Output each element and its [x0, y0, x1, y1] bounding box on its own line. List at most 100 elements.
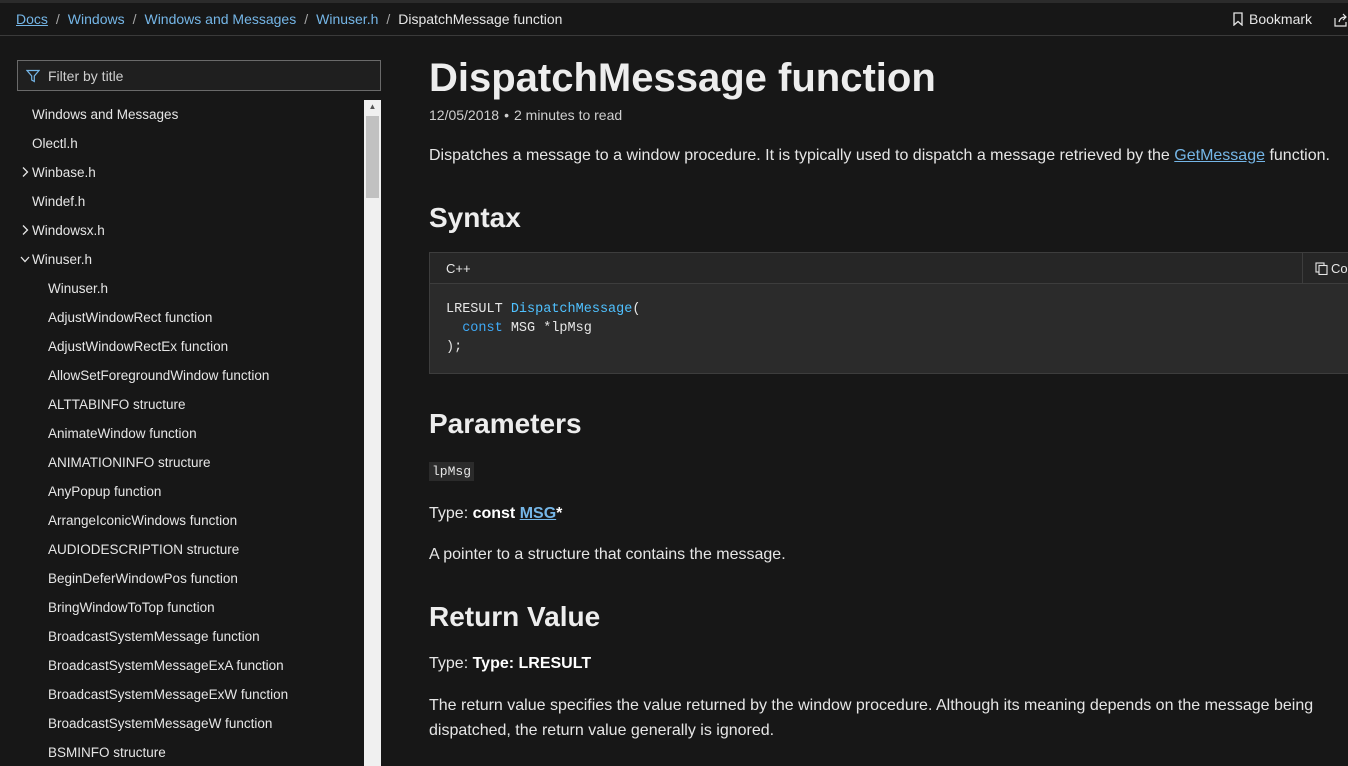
breadcrumb-separator: /: [55, 11, 60, 27]
scroll-up-arrow-icon[interactable]: ▲: [364, 100, 381, 114]
toc-item-label: BringWindowToTop function: [48, 600, 215, 615]
toc-item-label: Windef.h: [32, 194, 86, 209]
parameters-heading: Parameters: [429, 408, 582, 439]
return-value-heading: Return Value: [429, 601, 601, 632]
toc-item[interactable]: ANIMATIONINFO structure: [48, 448, 211, 477]
toc-item[interactable]: ALTTABINFO structure: [48, 390, 186, 419]
return-type-value: Type: LRESULT: [472, 655, 592, 672]
toc-item[interactable]: Windows and Messages: [32, 100, 178, 129]
toc-item[interactable]: AllowSetForegroundWindow function: [48, 361, 269, 390]
toc-item-label: BroadcastSystemMessageExW function: [48, 687, 289, 702]
breadcrumb-windows[interactable]: Windows: [68, 11, 125, 27]
param-type-label: Type:: [429, 505, 473, 522]
toc-item[interactable]: AdjustWindowRectEx function: [48, 332, 228, 361]
syntax-heading: Syntax: [429, 202, 521, 233]
toc-item-label: AdjustWindowRectEx function: [48, 339, 229, 354]
bookmark-label: Bookmark: [1249, 11, 1313, 27]
toc-scrollbar[interactable]: ▲: [364, 100, 381, 766]
toc-item-label: ALTTABINFO structure: [48, 397, 186, 412]
toc-item-label: Winuser.h: [32, 252, 93, 267]
toc-list: Windows and Messages Olectl.h Winbase.h Win…: [0, 100, 364, 766]
return-type: Type: Type: LRESULT: [429, 655, 591, 673]
copy-button[interactable]: Copy: [1302, 253, 1348, 284]
page-title: DispatchMessage function: [429, 56, 936, 100]
toc-item[interactable]: BringWindowToTop function: [48, 593, 215, 622]
toc-item-label: Winbase.h: [32, 165, 96, 180]
filter-icon: [26, 69, 40, 83]
breadcrumb-windows-and-messages[interactable]: Windows and Messages: [144, 11, 296, 27]
read-time: 2 minutes to read: [513, 107, 623, 123]
toc-item[interactable]: BroadcastSystemMessageExW function: [48, 680, 288, 709]
meta-separator: •: [504, 107, 509, 123]
copy-icon: [1315, 262, 1328, 275]
toc-item[interactable]: Windef.h: [32, 187, 85, 216]
param-type: Type: const MSG*: [429, 505, 562, 523]
share-icon[interactable]: [1334, 13, 1348, 27]
toc-item[interactable]: Winuser.h: [48, 274, 108, 303]
toc-item-label: BroadcastSystemMessageW function: [48, 716, 273, 731]
summary-after: function.: [1265, 147, 1330, 164]
return-description: The return value specifies the value ret…: [429, 697, 1314, 739]
param-name: lpMsg: [429, 462, 475, 481]
filter-box[interactable]: [17, 60, 381, 91]
code-open-paren: (: [632, 302, 641, 317]
toc-item[interactable]: AdjustWindowRect function: [48, 303, 212, 332]
breadcrumb-winuser-h[interactable]: Winuser.h: [316, 11, 378, 27]
toc-item[interactable]: BroadcastSystemMessageExA function: [48, 651, 284, 680]
toc-item[interactable]: BSMINFO structure: [48, 738, 166, 766]
code-body: LRESULT DispatchMessage( const MSG *lpMs…: [430, 284, 1348, 373]
toc-item[interactable]: AnyPopup function: [48, 477, 161, 506]
toc-item-label: Windowsx.h: [32, 223, 105, 238]
param-description: A pointer to a structure that contains t…: [429, 546, 786, 563]
toc-item-label: BroadcastSystemMessage function: [48, 629, 260, 644]
code-close: );: [446, 340, 463, 355]
breadcrumb-separator: /: [386, 11, 391, 27]
code-return-type: LRESULT: [446, 302, 503, 317]
toc-item[interactable]: Winuser.h: [32, 245, 92, 274]
breadcrumb-current: DispatchMessage function: [398, 11, 563, 27]
toc-item-label: AnyPopup function: [48, 484, 162, 499]
toc-item[interactable]: AUDIODESCRIPTION structure: [48, 535, 239, 564]
summary-text: Dispatches a message to a window procedu…: [429, 147, 1330, 165]
toc-item[interactable]: Olectl.h: [32, 129, 78, 158]
return-type-label: Type:: [429, 655, 473, 672]
bookmark-icon: [1233, 12, 1243, 26]
code-block: C++ Copy LRESULT DispatchMessage( const …: [429, 252, 1348, 374]
main-content: DispatchMessage function 12/05/2018 • 2 mi…: [429, 36, 1348, 766]
toc-item-label: AdjustWindowRect function: [48, 310, 213, 325]
summary-before: Dispatches a message to a window procedu…: [429, 147, 1175, 164]
toc-item[interactable]: ArrangeIconicWindows function: [48, 506, 237, 535]
code-keyword-const: const: [462, 321, 503, 336]
chevron-right-icon[interactable]: [20, 166, 30, 178]
breadcrumb-separator: /: [304, 11, 309, 27]
toc-item[interactable]: BroadcastSystemMessageW function: [48, 709, 272, 738]
scroll-thumb[interactable]: [366, 116, 379, 198]
bookmark-button[interactable]: Bookmark: [1233, 11, 1312, 27]
toc-item[interactable]: BroadcastSystemMessage function: [48, 622, 260, 651]
param-type-const: const: [472, 505, 520, 522]
toc-item[interactable]: Windowsx.h: [32, 216, 105, 245]
getmessage-link[interactable]: GetMessage: [1174, 147, 1265, 164]
sidebar: Windows and Messages Olectl.h Winbase.h Win…: [0, 36, 384, 766]
toc-item[interactable]: BeginDeferWindowPos function: [48, 564, 238, 593]
toc-item-label: AUDIODESCRIPTION structure: [48, 542, 240, 557]
toc-item-label: BeginDeferWindowPos function: [48, 571, 238, 586]
toc-item-label: Winuser.h: [48, 281, 109, 296]
toc-item-label: Olectl.h: [32, 136, 78, 151]
toc-item[interactable]: AnimateWindow function: [48, 419, 197, 448]
toc-item-label: AnimateWindow function: [48, 426, 197, 441]
toc-item-label: BSMINFO structure: [48, 745, 166, 760]
toc-item[interactable]: Winbase.h: [32, 158, 96, 187]
code-header: C++ Copy: [430, 253, 1348, 284]
toc-item-label: Windows and Messages: [32, 107, 179, 122]
breadcrumb-docs[interactable]: Docs: [16, 11, 48, 27]
toc-item-label: AllowSetForegroundWindow function: [48, 368, 270, 383]
filter-input[interactable]: [48, 67, 348, 84]
code-function-name: DispatchMessage: [510, 302, 633, 317]
msg-link[interactable]: MSG: [520, 505, 556, 522]
article-meta: 12/05/2018 • 2 minutes to read: [429, 107, 622, 123]
chevron-right-icon[interactable]: [20, 224, 30, 236]
article-date: 12/05/2018: [429, 107, 500, 123]
code-param-decl: MSG *lpMsg: [502, 321, 592, 336]
chevron-down-icon[interactable]: [20, 253, 30, 265]
